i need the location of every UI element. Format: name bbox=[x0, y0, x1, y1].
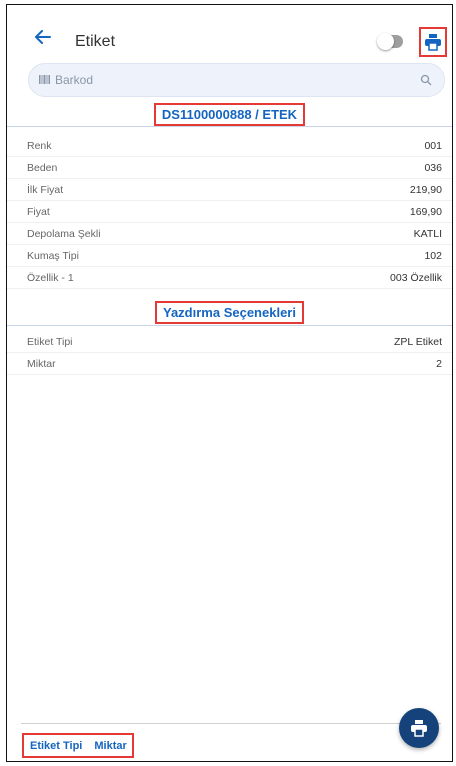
detail-row: Renk 001 bbox=[7, 135, 452, 157]
barcode-search[interactable]: Barkod bbox=[28, 63, 445, 97]
detail-row: Kumaş Tipi 102 bbox=[7, 245, 452, 267]
print-fab[interactable] bbox=[399, 708, 439, 748]
row-label: Renk bbox=[27, 139, 52, 152]
row-value: 003 Özellik bbox=[390, 271, 442, 284]
print-button[interactable] bbox=[419, 27, 447, 57]
detail-row: Depolama Şekli KATLI bbox=[7, 223, 452, 245]
printer-icon bbox=[411, 720, 427, 737]
row-label: Özellik - 1 bbox=[27, 271, 74, 284]
back-button[interactable] bbox=[33, 27, 53, 47]
detail-row: Miktar 2 bbox=[7, 353, 452, 375]
product-details: Renk 001 Beden 036 İlk Fiyat 219,90 Fiyat 169,9… bbox=[7, 135, 452, 289]
divider bbox=[7, 126, 452, 127]
detail-row: Etiket Tipi ZPL Etiket bbox=[7, 331, 452, 353]
barcode-icon bbox=[39, 75, 50, 84]
app-bar: Etiket bbox=[7, 5, 452, 61]
row-label: Miktar bbox=[27, 357, 56, 370]
row-value: ZPL Etiket bbox=[393, 335, 442, 348]
print-options-title: Yazdırma Seçenekleri bbox=[7, 301, 452, 324]
row-label: Beden bbox=[27, 161, 58, 174]
mode-toggle[interactable] bbox=[377, 33, 403, 50]
divider bbox=[7, 325, 452, 326]
print-options-list: Etiket Tipi ZPL Etiket Miktar 2 bbox=[7, 331, 452, 375]
row-value: 169,90 bbox=[409, 205, 442, 218]
detail-row: Özellik - 1 003 Özellik bbox=[7, 267, 452, 289]
row-value: 102 bbox=[424, 249, 442, 262]
product-title: DS1100000888 / ETEK bbox=[7, 103, 452, 126]
row-value: 2 bbox=[436, 357, 442, 370]
search-placeholder: Barkod bbox=[55, 73, 94, 87]
etiket-tipi-link[interactable]: Etiket Tipi bbox=[30, 740, 82, 752]
row-value: 001 bbox=[424, 139, 442, 152]
row-label: Etiket Tipi bbox=[27, 335, 73, 348]
app-frame: Etiket Barkod DS1100000888 / ETEK Renk 0… bbox=[6, 4, 453, 762]
search-icon[interactable] bbox=[420, 74, 432, 86]
bottom-links: Etiket Tipi Miktar bbox=[22, 733, 134, 758]
row-value: KATLI bbox=[413, 227, 442, 240]
row-label: İlk Fiyat bbox=[27, 183, 64, 196]
row-label: Depolama Şekli bbox=[27, 227, 101, 240]
row-label: Kumaş Tipi bbox=[27, 249, 79, 262]
page-title: Etiket bbox=[75, 33, 116, 50]
row-label: Fiyat bbox=[27, 205, 50, 218]
miktar-link[interactable]: Miktar bbox=[94, 740, 126, 752]
detail-row: Beden 036 bbox=[7, 157, 452, 179]
detail-row: Fiyat 169,90 bbox=[7, 201, 452, 223]
row-value: 036 bbox=[424, 161, 442, 174]
printer-icon bbox=[425, 34, 441, 51]
bottom-divider bbox=[21, 723, 441, 724]
detail-row: İlk Fiyat 219,90 bbox=[7, 179, 452, 201]
arrow-left-icon bbox=[35, 30, 51, 44]
toggle-knob bbox=[377, 33, 394, 50]
row-value: 219,90 bbox=[409, 183, 442, 196]
